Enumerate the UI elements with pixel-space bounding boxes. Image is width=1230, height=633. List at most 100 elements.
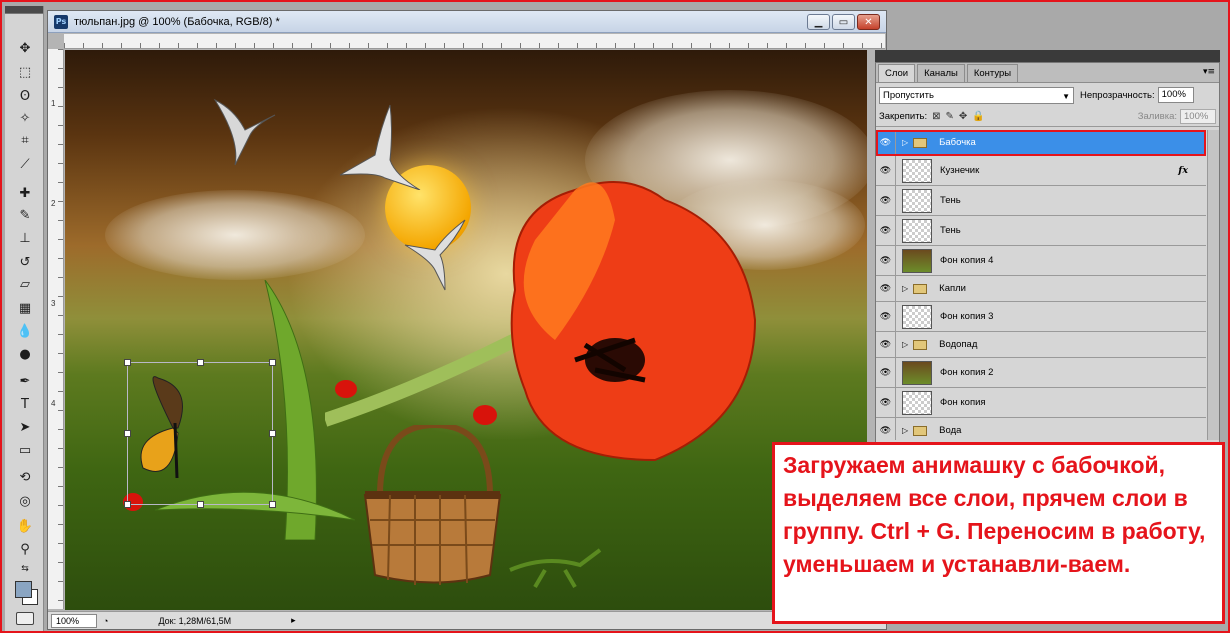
layer-row[interactable]: 👁 ▷ Вода (876, 418, 1206, 440)
blur-tool-icon[interactable]: 💧 (14, 321, 36, 341)
history-brush-tool-icon[interactable]: ↺ (14, 252, 36, 272)
layer-thumbnail (902, 390, 932, 415)
transform-handle[interactable] (124, 359, 131, 366)
shape-tool-icon[interactable]: ▭ (14, 440, 36, 460)
hand-tool-icon[interactable]: ✋ (14, 516, 36, 536)
layer-thumbnail (902, 304, 932, 329)
lock-position-icon[interactable]: ✥ (959, 111, 967, 122)
transform-handle[interactable] (124, 430, 131, 437)
transform-handle[interactable] (269, 501, 276, 508)
transform-handle[interactable] (197, 501, 204, 508)
type-tool-icon[interactable]: T (14, 394, 36, 414)
document-info-icon[interactable]: ◔ (103, 616, 108, 626)
layer-row[interactable]: 👁 Тень (876, 216, 1206, 246)
transform-handle[interactable] (124, 501, 131, 508)
dodge-tool-icon[interactable]: ● (14, 344, 36, 364)
3d-rotate-tool-icon[interactable]: ⟲ (14, 467, 36, 487)
expand-triangle-icon[interactable]: ▷ (902, 138, 908, 147)
minimize-button[interactable]: ▁ (807, 14, 830, 30)
layers-scrollbar[interactable] (1207, 130, 1219, 440)
eye-icon[interactable]: 👁 (876, 156, 896, 185)
eye-icon[interactable]: 👁 (876, 186, 896, 215)
tab-channels[interactable]: Каналы (917, 64, 965, 82)
fx-icon[interactable]: fx (1178, 165, 1188, 176)
layer-thumbnail (902, 360, 932, 385)
status-arrow-icon[interactable]: ▸ (291, 615, 296, 626)
foreground-color-swatch[interactable] (15, 581, 32, 598)
expand-triangle-icon[interactable]: ▷ (902, 426, 908, 435)
path-selection-tool-icon[interactable]: ➤ (14, 417, 36, 437)
panel-dock-strip[interactable] (875, 50, 1220, 62)
expand-triangle-icon[interactable]: ▷ (902, 284, 908, 293)
vertical-ruler[interactable]: 1 2 3 4 (48, 49, 64, 609)
layer-row[interactable]: 👁 ▷ Капли (876, 276, 1206, 302)
layer-row[interactable]: 👁 ▷ Водопад (876, 332, 1206, 358)
zoom-level-field[interactable]: 100% (51, 613, 97, 628)
butterfly (140, 376, 183, 479)
layer-name: Фон копия 3 (940, 311, 994, 322)
opacity-field[interactable]: 100% (1157, 87, 1194, 103)
layer-name: Бабочка (939, 137, 976, 148)
eye-icon[interactable]: 👁 (876, 130, 896, 155)
pen-tool-icon[interactable]: ✒ (14, 371, 36, 391)
image-canvas[interactable] (65, 50, 867, 610)
ruler-number: 4 (51, 399, 56, 408)
layer-name: Капли (939, 283, 966, 294)
layer-row[interactable]: 👁 Кузнечик fx (876, 156, 1206, 186)
ruler-number: 2 (51, 199, 56, 208)
layer-row[interactable]: 👁 ▷ Бабочка (876, 130, 1206, 156)
close-button[interactable]: ✕ (857, 14, 880, 30)
eye-icon[interactable]: 👁 (876, 358, 896, 387)
blend-mode-select[interactable]: Пропустить (879, 86, 1074, 104)
layer-thumbnail (902, 218, 932, 243)
tab-layers[interactable]: Слои (878, 64, 916, 82)
fill-field[interactable]: 100% (1180, 109, 1216, 124)
3d-orbit-tool-icon[interactable]: ◎ (14, 491, 36, 511)
ruler-number: 1 (51, 99, 56, 108)
eye-icon[interactable]: 👁 (876, 216, 896, 245)
gradient-tool-icon[interactable]: ▦ (14, 298, 36, 318)
transform-handle[interactable] (269, 430, 276, 437)
layer-row[interactable]: 👁 Фон копия 2 (876, 358, 1206, 388)
layer-row[interactable]: 👁 Фон копия (876, 388, 1206, 418)
document-titlebar[interactable]: Ps тюльпан.jpg @ 100% (Бабочка, RGB/8) *… (48, 11, 886, 33)
transform-handle[interactable] (269, 359, 276, 366)
lock-label: Закрепить: (879, 111, 928, 122)
horizontal-ruler[interactable] (64, 34, 885, 49)
lock-pixels-icon[interactable]: ✎ (946, 111, 954, 122)
eyedropper-tool-icon[interactable]: ⟋ (14, 154, 36, 174)
eye-icon[interactable]: 👁 (876, 276, 896, 301)
clone-stamp-tool-icon[interactable]: ⊥ (14, 228, 36, 248)
eye-icon[interactable]: 👁 (876, 332, 896, 357)
brush-tool-icon[interactable]: ✎ (14, 205, 36, 225)
panel-menu-icon[interactable]: ▾≡ (1203, 67, 1215, 77)
restore-button[interactable]: ▭ (832, 14, 855, 30)
crop-tool-icon[interactable]: ⌗ (14, 130, 36, 150)
layer-row[interactable]: 👁 Фон копия 4 (876, 246, 1206, 276)
ruler-number: 3 (51, 299, 56, 308)
layer-row[interactable]: 👁 Тень (876, 186, 1206, 216)
eye-icon[interactable]: 👁 (876, 246, 896, 275)
swap-colors-icon[interactable]: ⇆ (14, 559, 36, 579)
layer-thumbnail (902, 158, 932, 183)
transform-bounding-box[interactable] (124, 359, 276, 508)
lock-all-icon[interactable]: 🔒 (972, 111, 984, 122)
layer-row[interactable]: 👁 Фон копия 3 (876, 302, 1206, 332)
lasso-tool-icon[interactable]: ʘ (14, 86, 36, 106)
move-tool-icon[interactable]: ✥ (14, 38, 36, 58)
transform-handle[interactable] (197, 359, 204, 366)
tab-paths[interactable]: Контуры (966, 64, 1019, 82)
zoom-tool-icon[interactable]: ⚲ (14, 539, 36, 559)
picnic-basket (363, 425, 502, 585)
lock-transparency-icon[interactable]: ⊠ (932, 111, 940, 122)
eye-icon[interactable]: 👁 (876, 388, 896, 417)
eye-icon[interactable]: 👁 (876, 302, 896, 331)
healing-brush-tool-icon[interactable]: ✚ (14, 183, 36, 203)
marquee-tool-icon[interactable]: ⬚ (14, 62, 36, 82)
magic-wand-tool-icon[interactable]: ✧ (14, 108, 36, 128)
tools-panel-grip[interactable] (5, 6, 43, 14)
eye-icon[interactable]: 👁 (876, 418, 896, 440)
expand-triangle-icon[interactable]: ▷ (902, 340, 908, 349)
eraser-tool-icon[interactable]: ▱ (14, 274, 36, 294)
quick-mask-button[interactable] (16, 612, 34, 625)
